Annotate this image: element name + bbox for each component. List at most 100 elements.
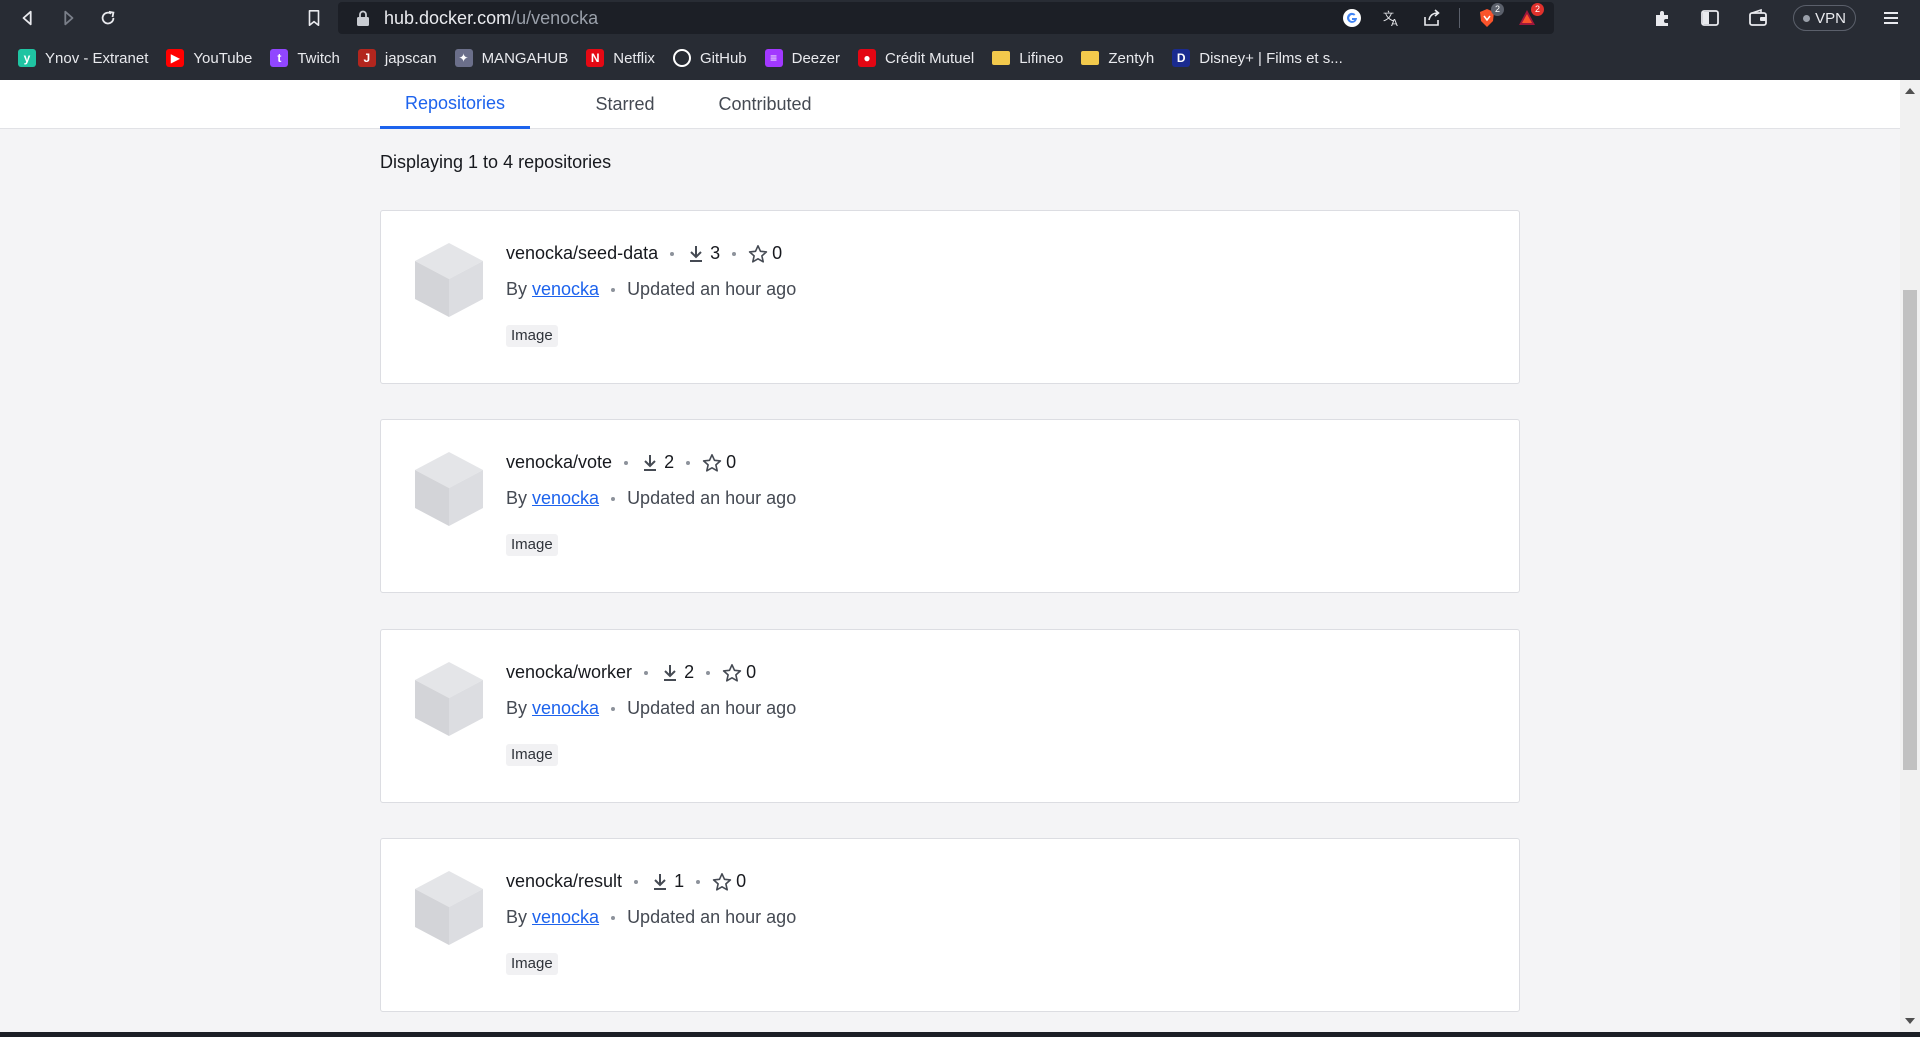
repository-cube-icon xyxy=(415,871,483,945)
vpn-label: VPN xyxy=(1815,9,1846,27)
pull-count: 3 xyxy=(686,243,720,264)
scroll-up-icon[interactable] xyxy=(1905,88,1915,94)
address-bar[interactable]: hub.docker.com/u/venocka 文A 2 2 xyxy=(338,2,1554,34)
bookmark-label: japscan xyxy=(384,49,437,67)
deezer-icon: ≡ xyxy=(764,49,783,67)
star-count: 0 xyxy=(722,662,756,683)
tab-contributed[interactable]: Contributed xyxy=(700,80,830,129)
repository-card[interactable]: venocka/seed-data 3 0 By venocka Updated… xyxy=(380,210,1520,384)
brave-shields-icon[interactable]: 2 xyxy=(1474,3,1504,31)
credit-mutuel-icon: ● xyxy=(857,49,876,67)
by-label: By xyxy=(506,488,528,508)
bookmarks-bar: y Ynov - Extranet ▶ YouTube t Twitch J j… xyxy=(0,36,1920,80)
updated-time: Updated an hour ago xyxy=(627,488,797,508)
bookmark-item[interactable]: y Ynov - Extranet xyxy=(18,42,160,74)
bookmark-label: Twitch xyxy=(297,49,340,67)
bookmark-item[interactable]: t Twitch xyxy=(270,42,352,74)
download-icon xyxy=(664,664,677,681)
share-icon[interactable] xyxy=(1419,5,1445,31)
bookmark-item[interactable]: J japscan xyxy=(357,42,449,74)
tab-starred[interactable]: Starred xyxy=(560,80,690,129)
updated-time: Updated an hour ago xyxy=(627,279,797,299)
pull-count: 2 xyxy=(640,452,674,473)
docker-hub-page: Repositories Starred Contributed Display… xyxy=(0,80,1900,1032)
star-icon xyxy=(722,663,742,682)
owner-link[interactable]: venocka xyxy=(532,279,599,300)
back-icon xyxy=(22,10,32,26)
repository-type-badge: Image xyxy=(506,744,558,766)
folder-icon xyxy=(1081,51,1100,65)
star-icon xyxy=(712,872,732,891)
pull-count-value: 1 xyxy=(674,871,685,891)
brave-rewards-icon[interactable]: 2 xyxy=(1514,3,1544,31)
url-text[interactable]: hub.docker.com/u/venocka xyxy=(384,8,598,29)
google-icon[interactable] xyxy=(1339,5,1365,31)
bookmark-item[interactable]: ✦ MANGAHUB xyxy=(454,42,581,74)
bookmark-page-button[interactable] xyxy=(300,4,328,32)
bookmark-item[interactable]: ≡ Deezer xyxy=(764,42,852,74)
separator-dot xyxy=(644,670,649,675)
star-icon xyxy=(702,453,722,472)
page-scrollbar[interactable] xyxy=(1900,80,1920,1032)
profile-tabs: Repositories Starred Contributed xyxy=(0,80,1900,129)
bookmark-item[interactable]: Zentyh xyxy=(1081,42,1166,74)
repository-card[interactable]: venocka/worker 2 0 By venocka Updated an… xyxy=(380,629,1520,803)
by-label: By xyxy=(506,907,528,927)
owner-link[interactable]: venocka xyxy=(532,907,599,928)
star-count-value: 0 xyxy=(726,452,737,472)
japscan-icon: J xyxy=(357,49,376,67)
download-icon xyxy=(644,454,657,471)
bookmark-item[interactable]: GitHub xyxy=(672,42,759,74)
bookmark-icon xyxy=(308,9,320,27)
separator-dot xyxy=(611,287,616,292)
bookmark-item[interactable]: N Netflix xyxy=(586,42,667,74)
separator-dot xyxy=(670,251,675,256)
separator-dot xyxy=(611,496,616,501)
scroll-down-icon[interactable] xyxy=(1905,1018,1915,1024)
updated-time: Updated an hour ago xyxy=(627,698,797,718)
bookmark-label: Crédit Mutuel xyxy=(884,49,975,67)
vpn-button[interactable]: VPN xyxy=(1793,5,1856,31)
alert-badge: 2 xyxy=(1531,3,1544,16)
bookmark-item[interactable]: D Disney+ | Films et s... xyxy=(1172,42,1355,74)
sidebar-toggle-icon[interactable] xyxy=(1697,5,1723,31)
scroll-thumb[interactable] xyxy=(1903,290,1917,770)
results-count: Displaying 1 to 4 repositories xyxy=(380,152,612,172)
repository-name[interactable]: venocka/result xyxy=(506,871,622,892)
menu-icon[interactable] xyxy=(1878,5,1904,31)
repository-card[interactable]: venocka/result 1 0 By venocka Updated an… xyxy=(380,838,1520,1012)
reload-button[interactable] xyxy=(94,4,122,32)
download-icon xyxy=(654,873,667,890)
bookmark-item[interactable]: ● Crédit Mutuel xyxy=(857,42,986,74)
repository-cube-icon xyxy=(415,452,483,526)
by-label: By xyxy=(506,698,528,718)
tab-repositories[interactable]: Repositories xyxy=(380,80,530,129)
repository-name[interactable]: venocka/seed-data xyxy=(506,243,658,264)
bookmark-item[interactable]: Lifineo xyxy=(992,42,1075,74)
repository-card[interactable]: venocka/vote 2 0 By venocka Updated an h… xyxy=(380,419,1520,593)
bookmark-item[interactable]: ▶ YouTube xyxy=(166,42,264,74)
separator-dot xyxy=(634,879,639,884)
wallet-icon[interactable] xyxy=(1745,5,1771,31)
pull-count-value: 3 xyxy=(710,243,721,263)
bookmark-label: YouTube xyxy=(193,49,253,67)
extensions-icon[interactable] xyxy=(1649,5,1675,31)
repository-type-badge: Image xyxy=(506,953,558,975)
back-button[interactable] xyxy=(14,4,42,32)
by-label: By xyxy=(506,279,528,299)
lock-icon xyxy=(357,10,369,26)
bookmark-label: Netflix xyxy=(613,49,655,67)
download-icon xyxy=(690,245,703,262)
repository-name[interactable]: venocka/worker xyxy=(506,662,632,683)
star-count: 0 xyxy=(702,452,736,473)
bookmark-label: Zentyh xyxy=(1108,49,1155,67)
repository-cube-icon xyxy=(415,243,483,317)
translate-icon[interactable]: 文A xyxy=(1379,5,1405,31)
owner-link[interactable]: venocka xyxy=(532,488,599,509)
disney-icon: D xyxy=(1172,49,1191,67)
vpn-status-icon xyxy=(1803,14,1811,22)
owner-link[interactable]: venocka xyxy=(532,698,599,719)
repository-name[interactable]: venocka/vote xyxy=(506,452,612,473)
forward-button[interactable] xyxy=(54,4,82,32)
twitch-icon: t xyxy=(270,49,289,67)
